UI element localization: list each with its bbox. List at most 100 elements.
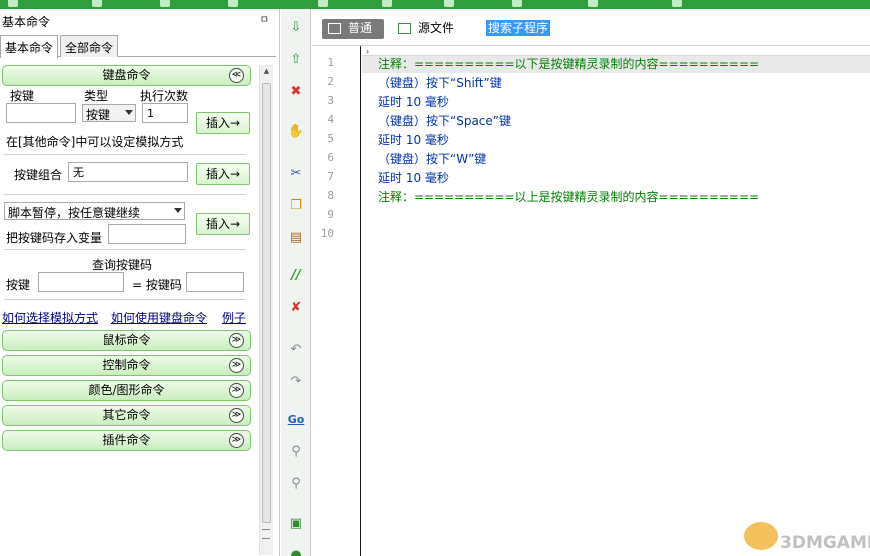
query-key-label: 按键 bbox=[6, 278, 31, 292]
code-line[interactable]: （键盘）按下“Space”键 bbox=[378, 112, 511, 129]
expand-icon[interactable]: ≫ bbox=[229, 358, 244, 373]
arrow-up-icon[interactable]: ⇧ bbox=[287, 51, 305, 69]
help-link-simulation[interactable]: 如何选择模拟方式 bbox=[2, 309, 98, 326]
insert-key-button[interactable]: 插入→ bbox=[196, 112, 250, 134]
paste-icon[interactable]: ▤ bbox=[287, 229, 305, 247]
arrow-down-icon[interactable]: ⇩ bbox=[287, 19, 305, 37]
query-title: 查询按键码 bbox=[92, 258, 153, 272]
line-number: 4 bbox=[327, 113, 334, 126]
type-column-label: 类型 bbox=[84, 89, 109, 103]
code-line[interactable]: 延时 10 毫秒 bbox=[378, 93, 449, 110]
code-line[interactable]: 注释：==========以下是按键精灵录制的内容========== bbox=[378, 55, 759, 72]
help-link-example[interactable]: 例子 bbox=[222, 309, 246, 326]
line-number: 7 bbox=[327, 170, 334, 183]
undo-icon[interactable]: ↶ bbox=[287, 341, 305, 359]
scrollbar-thumb[interactable] bbox=[262, 83, 271, 523]
editor-header: 普通 源文件 搜索子程序 bbox=[312, 9, 870, 45]
tab-basic-commands[interactable]: 基本命令 bbox=[0, 35, 59, 58]
save-var-input[interactable] bbox=[108, 224, 186, 244]
line-number: 10 bbox=[320, 227, 334, 240]
scroll-grip-icon[interactable] bbox=[262, 529, 270, 539]
toolbar-icon[interactable] bbox=[160, 0, 170, 7]
mode-source-label: 源文件 bbox=[418, 21, 455, 35]
fold-marker-icon[interactable]: › bbox=[366, 47, 374, 56]
code-line[interactable]: 延时 10 毫秒 bbox=[378, 169, 449, 186]
comment-icon[interactable]: // bbox=[287, 267, 305, 285]
toolbar-icon[interactable] bbox=[382, 0, 392, 7]
type-select-value: 按键 bbox=[86, 108, 111, 122]
scroll-up-icon[interactable]: ▲ bbox=[262, 67, 271, 75]
chevron-down-icon bbox=[174, 208, 182, 213]
insert-pause-button[interactable]: 插入→ bbox=[196, 213, 250, 235]
key-combo-input[interactable] bbox=[68, 162, 188, 182]
command-panel: 基本命令 ㅁ 基本命令 全部命令 键盘命令 ≪ 按键 类型 执行次数 按键 插入… bbox=[0, 9, 280, 556]
simulation-hint: 在[其他命令]中可以设定模拟方式 bbox=[6, 135, 184, 149]
code-editor[interactable]: › 1 2 3 4 5 6 7 8 9 10 注释：==========以下是按… bbox=[312, 45, 870, 556]
mode-normal-label: 普通 bbox=[348, 21, 373, 35]
toolbar-icon[interactable] bbox=[512, 0, 522, 7]
cut-icon[interactable]: ✂ bbox=[287, 165, 305, 183]
expand-icon[interactable]: ≫ bbox=[229, 383, 244, 398]
expand-icon[interactable]: ≫ bbox=[229, 333, 244, 348]
mode-normal-button[interactable]: 普通 bbox=[322, 19, 384, 39]
code-line[interactable]: 注释：==========以上是按键精灵录制的内容========== bbox=[378, 188, 759, 205]
divider bbox=[4, 249, 246, 250]
toolbar-icon[interactable] bbox=[444, 0, 454, 7]
type-select[interactable]: 按键 bbox=[82, 104, 136, 122]
collapse-icon[interactable]: ≪ bbox=[229, 68, 244, 83]
hand-icon[interactable]: ✋ bbox=[287, 123, 305, 141]
category-label: 插件命令 bbox=[102, 433, 151, 447]
code-line[interactable]: （键盘）按下“Shift”键 bbox=[378, 74, 502, 91]
normal-view-icon bbox=[328, 23, 341, 34]
keyboard-commands-label: 键盘命令 bbox=[102, 68, 151, 82]
line-number: 2 bbox=[327, 75, 334, 88]
panel-scrollbar[interactable]: ▲ bbox=[259, 65, 273, 555]
insert-combo-button[interactable]: 插入→ bbox=[196, 163, 250, 185]
toolbar-icon[interactable] bbox=[672, 0, 682, 7]
times-column-label: 执行次数 bbox=[140, 89, 189, 103]
query-code-input[interactable] bbox=[186, 272, 244, 292]
times-input[interactable] bbox=[142, 103, 188, 123]
code-line[interactable]: （键盘）按下“W”键 bbox=[378, 150, 486, 167]
redo-icon[interactable]: ↷ bbox=[287, 373, 305, 391]
help-link-keyboard[interactable]: 如何使用键盘命令 bbox=[111, 309, 207, 326]
code-line[interactable]: 延时 10 毫秒 bbox=[378, 131, 449, 148]
query-key-input[interactable] bbox=[38, 272, 124, 292]
line-number: 5 bbox=[327, 132, 334, 145]
toolbar-icon[interactable] bbox=[228, 0, 238, 7]
expand-icon[interactable]: ≫ bbox=[229, 408, 244, 423]
globe-icon[interactable]: ● bbox=[287, 547, 305, 556]
key-input[interactable] bbox=[6, 103, 76, 123]
find-next-icon[interactable]: ⚲ bbox=[287, 475, 305, 493]
category-color-graphics-commands[interactable]: 颜色/图形命令 ≫ bbox=[2, 380, 251, 401]
find-icon[interactable]: ⚲ bbox=[287, 443, 305, 461]
tab-all-commands[interactable]: 全部命令 bbox=[60, 35, 119, 57]
category-mouse-commands[interactable]: 鼠标命令 ≫ bbox=[2, 330, 251, 351]
panel-icon[interactable]: ▣ bbox=[287, 515, 305, 533]
uncomment-icon[interactable]: ✘ bbox=[287, 299, 305, 317]
key-combo-label: 按键组合 bbox=[14, 168, 63, 182]
line-number: 8 bbox=[327, 189, 334, 202]
key-column-label: 按键 bbox=[10, 89, 35, 103]
keyboard-commands-header[interactable]: 键盘命令 ≪ bbox=[2, 65, 251, 86]
goto-icon[interactable]: Go bbox=[287, 411, 305, 429]
expand-icon[interactable]: ≫ bbox=[229, 433, 244, 448]
line-number: 3 bbox=[327, 94, 334, 107]
category-plugin-commands[interactable]: 插件命令 ≫ bbox=[2, 430, 251, 451]
toolbar-icon[interactable] bbox=[318, 0, 328, 7]
toolbar-icon[interactable] bbox=[588, 0, 598, 7]
pin-icon[interactable]: ㅁ bbox=[260, 11, 269, 26]
category-control-commands[interactable]: 控制命令 ≫ bbox=[2, 355, 251, 376]
delete-icon[interactable]: ✖ bbox=[287, 83, 305, 101]
pause-select[interactable]: 脚本暂停，按任意键继续 bbox=[4, 202, 185, 220]
line-number: 9 bbox=[327, 208, 334, 221]
mode-source-button[interactable]: 源文件 bbox=[392, 19, 462, 39]
toolbar-icon[interactable] bbox=[92, 0, 102, 7]
copy-icon[interactable]: ❐ bbox=[287, 197, 305, 215]
source-file-icon bbox=[398, 23, 411, 34]
category-other-commands[interactable]: 其它命令 ≫ bbox=[2, 405, 251, 426]
line-number: 1 bbox=[327, 56, 334, 69]
toolbar-icon[interactable] bbox=[8, 0, 18, 7]
divider bbox=[4, 194, 246, 195]
search-subprogram-field[interactable]: 搜索子程序 bbox=[486, 20, 551, 36]
